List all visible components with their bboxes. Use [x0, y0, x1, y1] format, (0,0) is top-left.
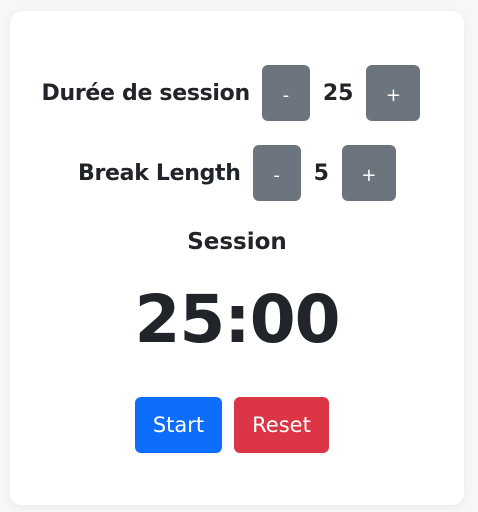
break-length-value: 5: [313, 160, 329, 186]
session-length-label: Durée de session: [41, 80, 251, 106]
start-button[interactable]: Start: [135, 397, 222, 453]
session-increment-button[interactable]: +: [366, 65, 421, 121]
break-increment-button[interactable]: +: [341, 145, 396, 201]
break-decrement-button[interactable]: -: [252, 145, 301, 201]
session-length-value: 25: [322, 80, 354, 106]
timer-controls: Start Reset: [10, 397, 464, 453]
time-left: 25:00: [134, 281, 340, 358]
break-length-row: Break Length - 5 +: [10, 145, 464, 201]
session-length-row: Durée de session - 25 +: [10, 65, 464, 121]
break-length-label: Break Length: [78, 160, 241, 186]
reset-button[interactable]: Reset: [234, 397, 329, 453]
pomodoro-card: Durée de session - 25 + Break Length - 5…: [10, 11, 464, 505]
timer-label: Session: [187, 229, 287, 255]
session-decrement-button[interactable]: -: [261, 65, 310, 121]
